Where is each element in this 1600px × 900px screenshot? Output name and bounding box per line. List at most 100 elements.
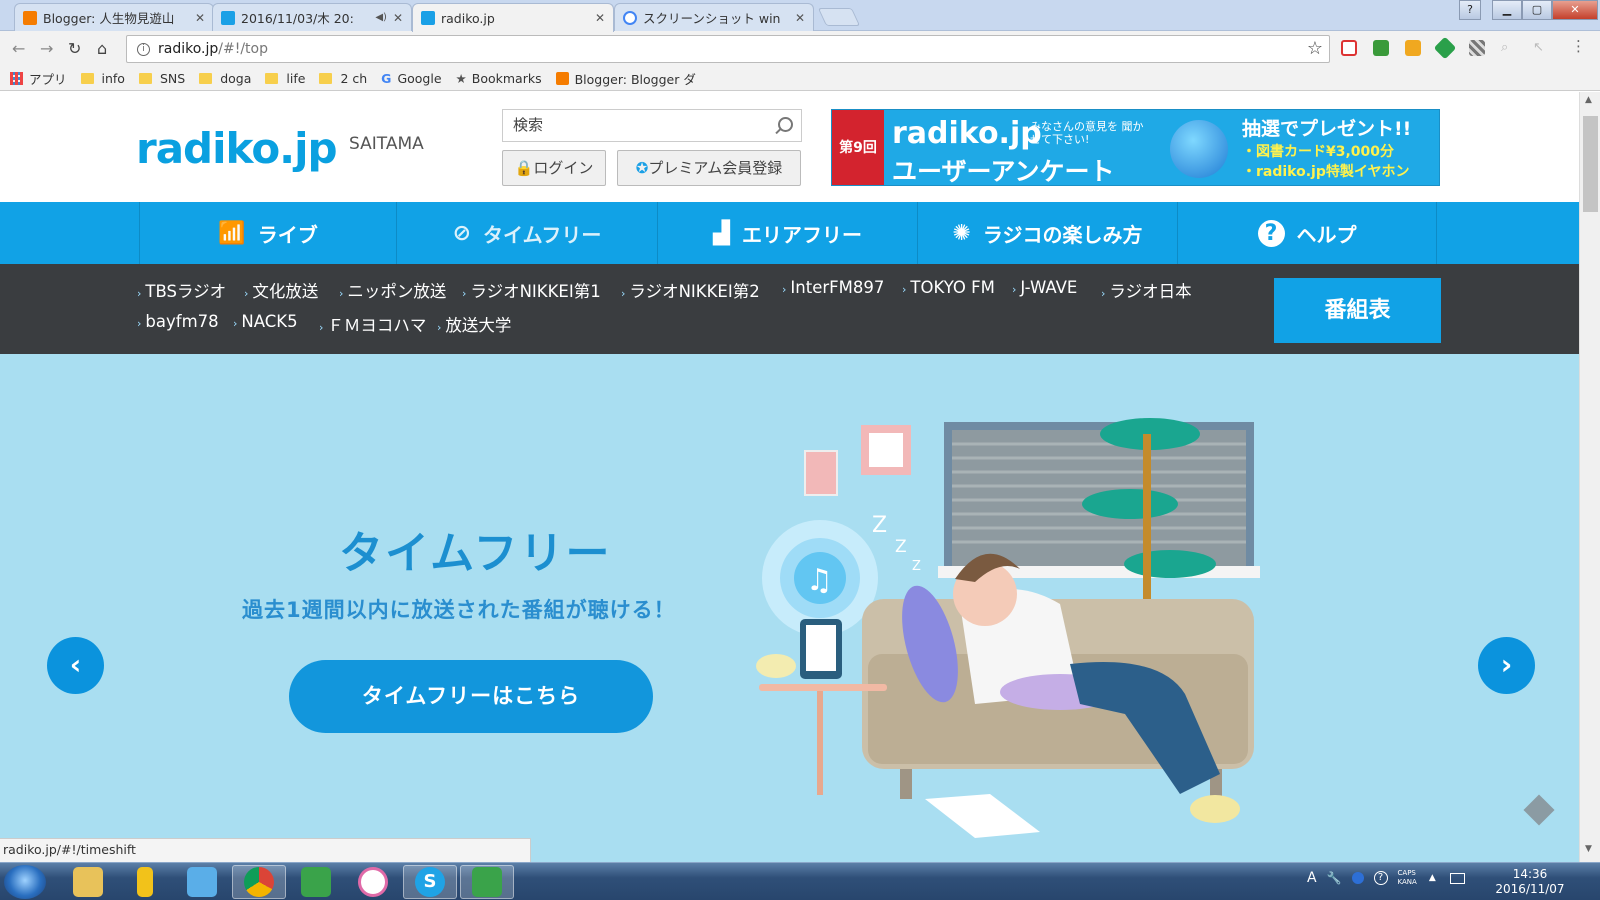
login-button[interactable]: 🔒ログイン (502, 150, 606, 186)
survey-banner[interactable]: 第9回 radiko.jp みなさんの意見を 聞かせて下さい! ユーザーアンケー… (831, 109, 1440, 186)
page-scrollbar[interactable]: ▲ ▼ (1579, 92, 1600, 862)
taskbar-sticky-notes[interactable] (118, 865, 172, 899)
timefree-cta-button[interactable]: タイムフリーはこちら (289, 660, 653, 733)
station-link[interactable]: ラジオNIKKEI第2 (621, 278, 759, 302)
scroll-down-icon[interactable]: ▼ (1585, 844, 1592, 854)
help-tray-icon[interactable]: ? (1373, 871, 1388, 885)
nav-areafree[interactable]: ▟ エリアフリー (657, 202, 917, 264)
taskbar-clock[interactable]: 14:36 2016/11/07 (1490, 867, 1570, 897)
bookmark-life[interactable]: life (265, 71, 305, 86)
music-note-icon: ♫ (806, 563, 833, 598)
search-icon[interactable] (778, 117, 793, 132)
menu-icon[interactable]: ⋮ (1571, 39, 1587, 56)
maximize-button[interactable]: ▢ (1522, 0, 1552, 20)
star-icon: ★ (455, 70, 467, 86)
taskbar-radiko[interactable] (175, 865, 229, 899)
station-link[interactable]: ＦＭヨコハマ (319, 312, 426, 336)
evernote-icon (472, 867, 502, 897)
nav-help[interactable]: ? ヘルプ (1177, 202, 1437, 264)
program-guide-button[interactable]: 番組表 (1274, 278, 1441, 343)
home-icon[interactable]: ⌂ (97, 39, 107, 58)
bookmark-google[interactable]: G Google (381, 71, 441, 86)
bookmark-blogger[interactable]: Blogger: Blogger ダ (555, 69, 696, 88)
show-hidden-icons[interactable]: ▲ (1429, 873, 1436, 883)
bookmark-2ch[interactable]: 2 ch (319, 71, 367, 86)
station-link[interactable]: bayfm78 (137, 312, 218, 331)
person-feet (1190, 795, 1240, 823)
extension-fork-icon[interactable] (1405, 40, 1421, 56)
tab-blogger[interactable]: Blogger: 人生物見遊山 ✕ (14, 3, 214, 31)
radiko-favicon-icon (421, 11, 435, 25)
taskbar-skype[interactable]: S (403, 865, 457, 899)
chrome-icon (244, 867, 274, 897)
cursor-ext-icon[interactable]: ↖ (1533, 40, 1549, 56)
ime-mode-indicator[interactable]: A (1307, 870, 1317, 886)
bookmark-sns[interactable]: SNS (138, 71, 185, 86)
tools-icon[interactable]: 🔧 (1327, 871, 1342, 885)
taskbar-explorer[interactable] (61, 865, 115, 899)
tab-google-search[interactable]: スクリーンショット win ✕ (614, 3, 814, 31)
help-button[interactable]: ? (1459, 0, 1481, 20)
status-bar-url: radiko.jp/#!/timeshift (0, 838, 531, 862)
bookmark-info[interactable]: info (80, 71, 125, 86)
close-window-button[interactable]: ✕ (1552, 0, 1598, 20)
taskbar-chrome[interactable] (232, 865, 286, 899)
station-link[interactable]: 文化放送 (244, 278, 318, 302)
search-input[interactable]: 検索 (502, 109, 802, 142)
close-icon[interactable]: ✕ (595, 11, 605, 25)
station-link[interactable]: 放送大学 (437, 312, 511, 336)
back-arrow-icon[interactable]: ← (12, 39, 25, 58)
taskbar-evernote-2[interactable] (460, 865, 514, 899)
gmail-icon[interactable] (1341, 40, 1357, 56)
taskbar-itunes[interactable] (346, 865, 400, 899)
station-link[interactable]: TBSラジオ (137, 278, 226, 302)
nav-live[interactable]: 📶 ライブ (139, 202, 396, 264)
reload-icon[interactable]: ↻ (68, 39, 81, 58)
hero-subtitle: 過去1週間以内に放送された番組が聴ける！ (242, 598, 676, 622)
close-icon[interactable]: ✕ (393, 11, 403, 25)
site-logo[interactable]: radiko.jp (136, 124, 338, 173)
station-link[interactable]: NACK5 (233, 312, 297, 331)
qr-code-icon[interactable] (1469, 40, 1485, 56)
bookmark-doga[interactable]: doga (199, 71, 251, 86)
premium-register-button[interactable]: ✪プレミアム会員登録 (617, 150, 801, 186)
forward-arrow-icon[interactable]: → (40, 39, 53, 58)
taskbar-evernote[interactable] (289, 865, 343, 899)
scrollbar-thumb[interactable] (1583, 116, 1598, 212)
nav-howto[interactable]: ✺ ラジコの楽しみ方 (917, 202, 1177, 264)
carousel-next-button[interactable]: › (1478, 637, 1535, 694)
network-dot-icon[interactable] (1351, 872, 1364, 884)
poster (804, 450, 838, 496)
feedly-float-icon (1523, 794, 1555, 826)
evernote-clipper-icon[interactable] (1373, 40, 1389, 56)
address-bar[interactable]: i radiko.jp/#!/top ☆ (126, 35, 1330, 63)
search-ext-icon[interactable]: ⌕ (1501, 40, 1517, 56)
new-tab-button[interactable] (817, 8, 861, 26)
start-button[interactable] (4, 865, 46, 899)
feedly-icon[interactable] (1433, 36, 1457, 60)
url-path: /#!/top (218, 41, 268, 57)
station-link[interactable]: ラジオNIKKEI第1 (462, 278, 600, 302)
info-icon[interactable]: i (137, 42, 150, 56)
scroll-up-icon[interactable]: ▲ (1585, 95, 1592, 105)
bookmark-bookmarks[interactable]: ★ Bookmarks (456, 71, 542, 86)
minimize-button[interactable]: ▁ (1492, 0, 1522, 20)
bookmark-star-icon[interactable]: ☆ (1307, 38, 1323, 59)
tab-radiko-active[interactable]: radiko.jp ✕ (412, 3, 614, 32)
nav-timefree[interactable]: ⊘ タイムフリー (396, 202, 657, 264)
station-link[interactable]: InterFM897 (782, 278, 884, 297)
action-center-icon[interactable] (1449, 872, 1465, 884)
station-link[interactable]: TOKYO FM (902, 278, 994, 297)
folder-icon (199, 72, 213, 84)
station-link[interactable]: ラジオ日本 (1101, 278, 1191, 302)
carousel-prev-button[interactable]: ‹ (47, 637, 104, 694)
radiko-app-icon (187, 867, 217, 897)
tab-radiko-archive[interactable]: 2016/11/03/木 20: ◀) ✕ (212, 3, 412, 31)
bookmark-apps[interactable]: アプリ (10, 69, 67, 88)
lightbulb-icon: ✺ (952, 220, 971, 246)
audio-playing-icon[interactable]: ◀) (375, 12, 387, 23)
station-link[interactable]: ニッポン放送 (339, 278, 446, 302)
station-link[interactable]: J-WAVE (1012, 278, 1077, 297)
close-icon[interactable]: ✕ (195, 11, 205, 25)
close-icon[interactable]: ✕ (795, 11, 805, 25)
